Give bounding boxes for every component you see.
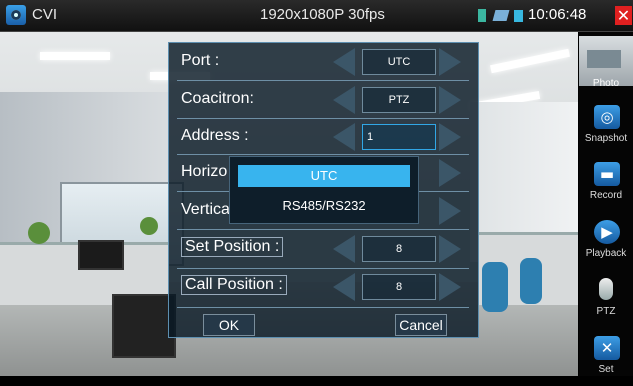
sidebar-item-record[interactable]: ▬ Record bbox=[579, 156, 633, 212]
plant bbox=[140, 217, 158, 235]
vertical-next-arrow-icon[interactable] bbox=[439, 197, 461, 225]
ok-button[interactable]: OK bbox=[203, 314, 255, 336]
office-chair bbox=[520, 258, 542, 304]
address-label: Address : bbox=[181, 127, 249, 144]
cancel-button[interactable]: Cancel bbox=[395, 314, 447, 336]
plant bbox=[28, 222, 50, 244]
tools-icon: ✕ bbox=[594, 336, 620, 360]
call-position-row: Call Position : 8 bbox=[177, 272, 469, 302]
call-position-prev-arrow-icon[interactable] bbox=[333, 273, 355, 301]
resolution-label: 1920x1080P 30fps bbox=[260, 6, 385, 23]
divider bbox=[177, 118, 469, 119]
coacitron-prev-arrow-icon[interactable] bbox=[333, 86, 355, 114]
office-chair bbox=[482, 262, 508, 312]
ceiling-light bbox=[40, 52, 110, 60]
address-input[interactable]: 1 bbox=[362, 124, 436, 150]
camera-icon: ◎ bbox=[594, 105, 620, 129]
sidebar-label: Set bbox=[598, 364, 614, 375]
port-label: Port : bbox=[181, 52, 220, 69]
port-next-arrow-icon[interactable] bbox=[439, 48, 461, 76]
sidebar-item-snapshot[interactable]: ◎ Snapshot bbox=[579, 99, 633, 155]
record-icon: ▬ bbox=[594, 162, 620, 186]
port-value[interactable]: UTC bbox=[362, 49, 436, 75]
sidebar-label: Playback bbox=[585, 248, 627, 259]
sidebar-item-ptz[interactable]: PTZ bbox=[579, 272, 633, 328]
port-row: Port : UTC bbox=[177, 47, 469, 77]
coacitron-row: Coacitron: PTZ bbox=[177, 85, 469, 115]
sidebar-item-set[interactable]: ✕ Set bbox=[579, 330, 633, 386]
horizontal-label: Horizo bbox=[181, 163, 228, 180]
coacitron-label: Coacitron: bbox=[181, 90, 254, 107]
dropdown-option-rs485[interactable]: RS485/RS232 bbox=[238, 195, 410, 217]
call-position-label: Call Position : bbox=[181, 275, 287, 295]
sd-card-icon bbox=[478, 9, 486, 22]
sidebar-label: PTZ bbox=[596, 306, 616, 317]
set-position-value[interactable]: 8 bbox=[362, 236, 436, 262]
divider bbox=[177, 154, 469, 155]
camera-app-icon bbox=[6, 5, 26, 25]
set-position-next-arrow-icon[interactable] bbox=[439, 235, 461, 263]
address-prev-arrow-icon[interactable] bbox=[333, 123, 355, 151]
sidebar-label: Photo bbox=[592, 78, 620, 89]
divider bbox=[177, 80, 469, 81]
address-next-arrow-icon[interactable] bbox=[439, 123, 461, 151]
sidebar-item-playback[interactable]: ▶ Playback bbox=[579, 214, 633, 270]
address-row: Address : 1 bbox=[177, 122, 469, 152]
right-sidebar: Photo ◎ Snapshot ▬ Record ▶ Playback PTZ… bbox=[579, 32, 633, 376]
call-position-next-arrow-icon[interactable] bbox=[439, 273, 461, 301]
sidebar-label: Record bbox=[589, 190, 623, 201]
coacitron-value[interactable]: PTZ bbox=[362, 87, 436, 113]
close-button[interactable]: ✕ bbox=[615, 6, 632, 25]
divider bbox=[177, 268, 469, 269]
status-bar: CVI 1920x1080P 30fps 10:06:48 ✕ bbox=[0, 0, 633, 32]
sidebar-item-photo[interactable]: Photo bbox=[579, 36, 633, 92]
sidebar-label: Snapshot bbox=[584, 133, 628, 144]
dropdown-option-utc[interactable]: UTC bbox=[238, 165, 410, 187]
vertical-label: Vertica bbox=[181, 201, 230, 218]
horizontal-next-arrow-icon[interactable] bbox=[439, 159, 461, 187]
battery-icon bbox=[514, 10, 523, 22]
set-position-label: Set Position : bbox=[181, 237, 284, 257]
call-position-value[interactable]: 8 bbox=[362, 274, 436, 300]
monitor bbox=[78, 240, 124, 270]
network-icon bbox=[492, 10, 510, 21]
set-position-prev-arrow-icon[interactable] bbox=[333, 235, 355, 263]
ptz-camera-icon bbox=[599, 278, 613, 300]
clock: 10:06:48 bbox=[528, 6, 587, 23]
coacitron-next-arrow-icon[interactable] bbox=[439, 86, 461, 114]
port-prev-arrow-icon[interactable] bbox=[333, 48, 355, 76]
set-position-row: Set Position : 8 bbox=[177, 234, 469, 264]
play-icon: ▶ bbox=[594, 220, 620, 244]
divider bbox=[177, 307, 469, 308]
monitor bbox=[112, 294, 176, 358]
port-dropdown: UTC RS485/RS232 bbox=[229, 156, 419, 224]
app-title: CVI bbox=[32, 6, 58, 23]
divider bbox=[177, 229, 469, 230]
